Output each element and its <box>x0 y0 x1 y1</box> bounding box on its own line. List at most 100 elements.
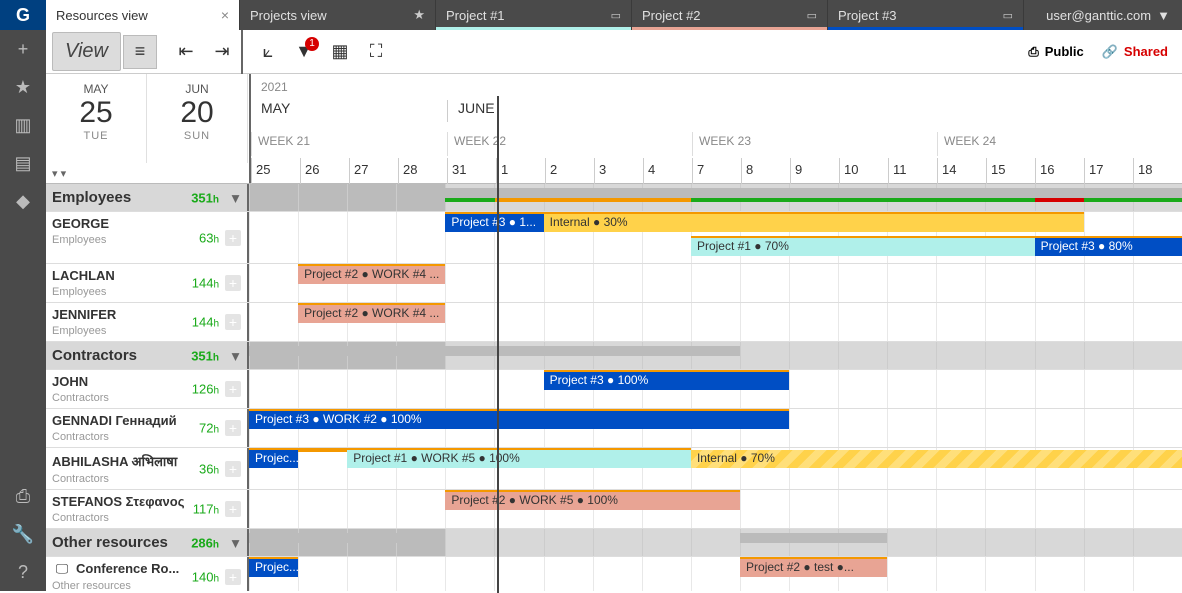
chevron-down-icon[interactable]: ▾ <box>232 189 239 206</box>
filter-icon[interactable]: ▼1 <box>287 35 321 69</box>
add-task-icon[interactable]: + <box>225 501 241 517</box>
settings-icon[interactable]: 🔧 <box>0 515 46 553</box>
group-row[interactable]: Other resources286h▾ <box>46 529 1182 557</box>
task-bar[interactable] <box>544 346 740 356</box>
add-icon[interactable]: + <box>0 30 46 68</box>
tab-project-3[interactable]: Project #3 ▭ <box>828 0 1024 30</box>
task-bar[interactable]: Project #2 ● WORK #4 ... <box>298 305 445 323</box>
group-cell[interactable]: Other resources286h▾ <box>46 529 249 556</box>
task-area[interactable]: Project #2 ● WORK #4 ... <box>249 264 1182 302</box>
resource-cell[interactable]: JENNIFEREmployees144h+ <box>46 303 249 341</box>
group-cell[interactable]: Contractors351h▾ <box>46 342 249 369</box>
task-bar[interactable]: Project #2 ● test ●... <box>740 559 887 577</box>
task-bar[interactable]: Projec... <box>249 450 298 468</box>
task-bar[interactable]: Project #1 ● 70% <box>691 238 1035 256</box>
resource-cell[interactable]: ABHILASHA अभिलाषाContractors36h+ <box>46 448 249 489</box>
chevron-down-icon[interactable]: ▾ <box>232 534 239 551</box>
day-label[interactable]: 14 <box>937 158 986 184</box>
task-bar[interactable]: Projec... <box>249 559 298 577</box>
task-bar[interactable]: Project #3 ● 80% <box>1035 238 1182 256</box>
start-date[interactable]: MAY 25 TUE <box>46 74 147 163</box>
day-label[interactable]: 2 <box>545 158 594 184</box>
task-area[interactable] <box>249 342 1182 369</box>
task-bar[interactable] <box>445 188 1182 198</box>
group-row[interactable]: Employees351h▾ <box>46 184 1182 212</box>
menu-icon[interactable]: ≡ <box>123 35 157 69</box>
day-label[interactable]: 17 <box>1084 158 1133 184</box>
archive-icon[interactable]: ▤ <box>0 144 46 182</box>
star-icon[interactable]: ★ <box>393 7 425 23</box>
day-label[interactable]: 26 <box>300 158 349 184</box>
task-bar[interactable]: Project #3 ● 100% <box>544 372 790 390</box>
help-icon[interactable]: ? <box>0 553 46 591</box>
user-menu[interactable]: user@ganttic.com▼ <box>1034 0 1182 30</box>
resource-cell[interactable]: 🖵Conference Ro...Other resources140h+ <box>46 557 249 591</box>
add-task-icon[interactable]: + <box>225 230 241 246</box>
day-label[interactable]: 3 <box>594 158 643 184</box>
tab-resources[interactable]: Resources view × <box>46 0 240 30</box>
task-bar[interactable] <box>740 533 887 543</box>
day-label[interactable]: 18 <box>1133 158 1182 184</box>
tab-projects[interactable]: Projects view ★ <box>240 0 436 30</box>
shared-button[interactable]: 🔗Shared <box>1094 44 1176 60</box>
day-label[interactable]: 28 <box>398 158 447 184</box>
resource-cell[interactable]: STEFANOS ΣτεφανοςContractors117h+ <box>46 490 249 528</box>
day-label[interactable]: 7 <box>692 158 741 184</box>
task-bar[interactable]: Project #3 ● WORK #2 ● 100% <box>249 411 789 429</box>
task-area[interactable]: Projec... Project #1 ● WORK #5 ● 100%Inte… <box>249 448 1182 489</box>
resource-cell[interactable]: GEORGEEmployees63h+ <box>46 212 249 263</box>
task-area[interactable]: Project #3 ● WORK #2 ● 100% <box>249 409 1182 447</box>
add-task-icon[interactable]: + <box>225 420 241 436</box>
end-date[interactable]: JUN 20 SUN <box>147 74 248 163</box>
resource-cell[interactable]: GENNADI ГеннадийContractors72h+ <box>46 409 249 447</box>
resource-cell[interactable]: LACHLANEmployees144h+ <box>46 264 249 302</box>
calendar-add-icon[interactable]: ▦ <box>323 35 357 69</box>
add-task-icon[interactable]: + <box>225 461 241 477</box>
resource-cell[interactable]: JOHNContractors126h+ <box>46 370 249 408</box>
chart-icon[interactable]: ▥ <box>0 106 46 144</box>
group-row[interactable]: Contractors351h▾ <box>46 342 1182 370</box>
expand-icon[interactable]: ⇥ <box>205 35 239 69</box>
task-bar[interactable]: Project #1 ● WORK #5 ● 100% <box>347 450 691 468</box>
task-bar[interactable]: Project #2 ● WORK #4 ... <box>298 266 445 284</box>
collapse-icon[interactable]: ⇤ <box>169 35 203 69</box>
sort-filters[interactable]: ▾ ▾ <box>46 163 249 183</box>
day-label[interactable]: 25 <box>251 158 300 184</box>
add-task-icon[interactable]: + <box>225 275 241 291</box>
task-area[interactable]: Project #3 ● 100% <box>249 370 1182 408</box>
task-bar[interactable] <box>249 533 445 543</box>
print-icon[interactable]: ⎙ <box>0 477 46 515</box>
add-task-icon[interactable]: + <box>225 381 241 397</box>
task-bar[interactable]: Project #2 ● WORK #5 ● 100% <box>445 492 740 510</box>
day-label[interactable]: 11 <box>888 158 937 184</box>
day-label[interactable]: 8 <box>741 158 790 184</box>
task-area[interactable]: Project #2 ● WORK #4 ... <box>249 303 1182 341</box>
day-label[interactable]: 15 <box>986 158 1035 184</box>
day-label[interactable]: 10 <box>839 158 888 184</box>
chevron-down-icon[interactable]: ▾ <box>232 347 239 364</box>
task-bar[interactable]: Project #3 ● 1... <box>445 214 543 232</box>
task-bar[interactable]: Internal ● 30% <box>544 214 1084 232</box>
day-label[interactable]: 27 <box>349 158 398 184</box>
day-label[interactable]: 16 <box>1035 158 1084 184</box>
logo[interactable]: G <box>0 0 46 30</box>
drop-icon[interactable]: ◆ <box>0 182 46 220</box>
fullscreen-icon[interactable]: ⛶ <box>359 35 393 69</box>
star-icon[interactable]: ★ <box>0 68 46 106</box>
day-label[interactable]: 4 <box>643 158 692 184</box>
tab-project-1[interactable]: Project #1 ▭ <box>436 0 632 30</box>
close-icon[interactable]: × <box>221 7 229 23</box>
day-label[interactable]: 1 <box>496 158 545 184</box>
task-area[interactable]: Project #3 ● 1...Internal ● 30% Project #… <box>249 212 1182 263</box>
view-button[interactable]: View <box>52 32 121 71</box>
task-bar[interactable]: Internal ● 70% <box>691 450 1182 468</box>
public-button[interactable]: ⎙Public <box>1020 44 1091 60</box>
tab-project-2[interactable]: Project #2 ▭ <box>632 0 828 30</box>
group-cell[interactable]: Employees351h▾ <box>46 184 249 211</box>
paint-icon[interactable]: ⟀ <box>251 35 285 69</box>
day-label[interactable]: 9 <box>790 158 839 184</box>
add-task-icon[interactable]: + <box>225 569 241 585</box>
task-area[interactable]: Projec... Project #2 ● test ●... <box>249 557 1182 591</box>
task-area[interactable] <box>249 529 1182 556</box>
add-task-icon[interactable]: + <box>225 314 241 330</box>
